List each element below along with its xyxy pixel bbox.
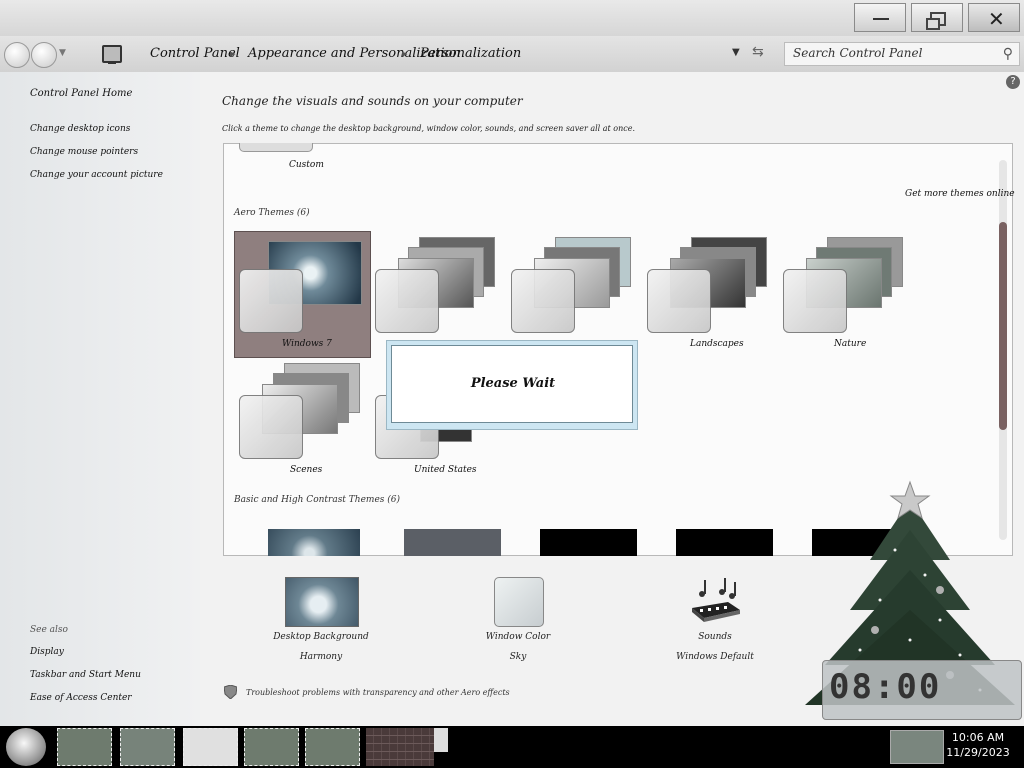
see-also-ease-of-access-link[interactable]: Ease of Access Center [30,693,132,703]
high-contrast-theme-item[interactable] [540,529,637,556]
please-wait-text: Please Wait [470,376,556,391]
get-more-themes-link[interactable]: Get more themes online [905,189,1015,199]
aero-themes-heading: Aero Themes (6) [234,208,310,218]
shield-icon [224,685,237,699]
clock-gadget: 08:00 [822,660,1022,720]
sounds-icon[interactable] [688,576,744,626]
theme-label: Windows 7 [282,339,332,349]
theme-glass-swatch[interactable] [375,269,439,333]
forward-button[interactable] [31,42,57,68]
theme-glass-swatch[interactable] [239,395,303,459]
theme-label: Scenes [290,465,323,475]
sounds-value: Windows Default [676,652,754,662]
sidebar-mouse-pointers-link[interactable]: Change mouse pointers [30,147,138,157]
taskbar-app-button[interactable] [57,728,112,766]
breadcrumb-separator-icon[interactable]: ▸ [402,47,408,60]
restore-button[interactable] [911,3,963,32]
troubleshoot-link[interactable]: Troubleshoot problems with transparency … [246,688,510,697]
close-icon: ✕ [988,7,1005,31]
high-contrast-theme-item[interactable] [676,529,773,556]
window-color-label[interactable]: Window Color [458,632,578,642]
taskbar-app-button[interactable] [305,728,360,766]
breadcrumb-separator-icon[interactable]: ▸ [230,47,236,60]
please-wait-panel: Please Wait [391,345,633,423]
taskbar-app-button[interactable] [183,728,238,766]
page-title: Change the visuals and sounds on your co… [222,94,523,108]
basic-theme-item[interactable] [268,529,360,556]
breadcrumb-personalization[interactable]: Personalization [420,46,521,61]
start-button[interactable] [6,728,46,766]
help-icon[interactable]: ? [1006,75,1020,89]
clock-date[interactable]: 11/29/2023 [946,746,1010,759]
search-placeholder: Search Control Panel [793,46,923,60]
theme-glass-swatch[interactable] [647,269,711,333]
see-also-display-link[interactable]: Display [30,647,64,657]
theme-glass-swatch [239,269,303,333]
desktop-background-label[interactable]: Desktop Background [250,632,392,642]
scrollbar-thumb[interactable] [999,222,1007,430]
see-also-taskbar-link[interactable]: Taskbar and Start Menu [30,670,141,680]
please-wait-dialog: Please Wait [386,340,638,430]
address-dropdown-icon[interactable]: ▼ [732,47,740,58]
theme-label: Landscapes [690,339,744,349]
close-button[interactable]: ✕ [968,3,1020,32]
theme-label: Custom [289,160,324,170]
custom-theme-thumb[interactable] [239,143,313,152]
search-input[interactable]: Search Control Panel ⚲ [784,42,1020,66]
window-color-value: Sky [509,652,527,662]
desktop-background-value: Harmony [299,652,343,662]
taskbar-app-button[interactable] [244,728,299,766]
refresh-icon[interactable]: ⇆ [752,44,764,60]
theme-glass-swatch[interactable] [783,269,847,333]
taskbar-app-button[interactable] [434,728,448,752]
restore-icon [926,12,946,30]
clock-gadget-digits: 08:00 [829,667,942,707]
breadcrumb-control-panel[interactable]: Control Panel [150,46,240,61]
window-color-thumb[interactable] [494,577,544,627]
desktop-background-thumb[interactable] [285,577,359,627]
page-description: Click a theme to change the desktop back… [222,124,636,133]
control-panel-icon[interactable] [102,45,122,64]
see-also-heading: See also [30,625,68,635]
search-icon[interactable]: ⚲ [1003,46,1013,62]
sidebar-home-link[interactable]: Control Panel Home [30,88,132,99]
back-button[interactable] [4,42,30,68]
sounds-label[interactable]: Sounds [660,632,770,642]
minimize-button[interactable] [854,3,906,32]
theme-label: United States [414,465,477,475]
theme-label: Nature [834,339,867,349]
sidebar-desktop-icons-link[interactable]: Change desktop icons [30,124,130,134]
taskbar-app-button[interactable] [120,728,175,766]
minimize-icon [873,18,889,20]
taskbar-app-button[interactable] [366,728,434,766]
sidebar-account-picture-link[interactable]: Change your account picture [30,170,163,180]
clock-time[interactable]: 10:06 AM [948,731,1008,744]
recent-pages-chevron-icon[interactable]: ▼ [59,48,66,58]
theme-glass-swatch[interactable] [511,269,575,333]
basic-theme-item[interactable] [404,529,501,556]
notification-tray[interactable] [890,730,944,764]
basic-themes-heading: Basic and High Contrast Themes (6) [234,495,401,505]
